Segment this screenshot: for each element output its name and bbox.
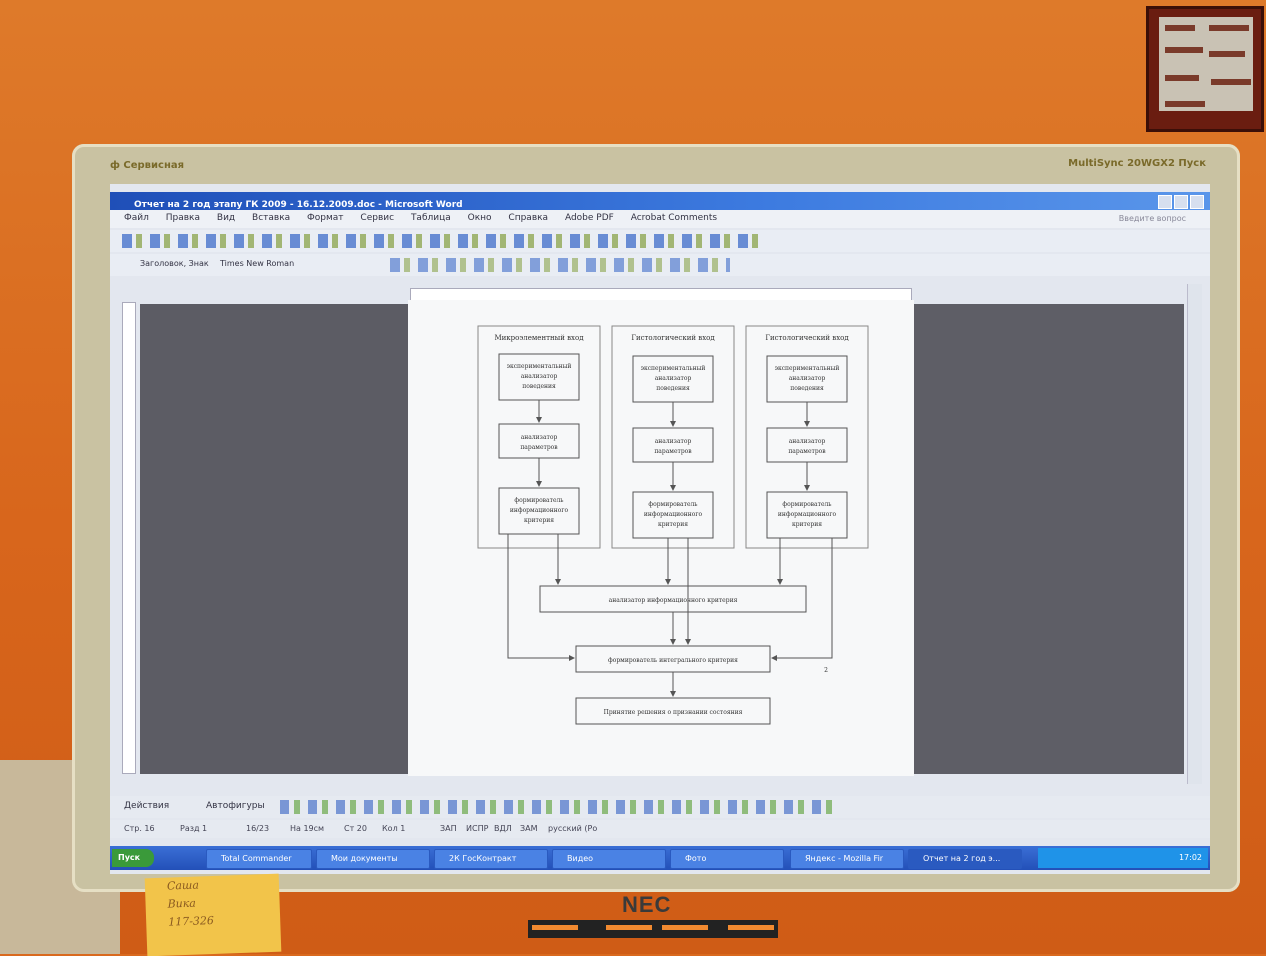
svg-text:критерия: критерия <box>658 521 688 528</box>
svg-text:экспериментальный: экспериментальный <box>641 365 706 372</box>
svg-text:поведения: поведения <box>656 385 690 392</box>
svg-text:критерия: критерия <box>792 521 822 528</box>
task-my-documents[interactable]: Мои документы <box>316 849 430 869</box>
formatting-icons[interactable] <box>390 258 730 272</box>
minimize-icon[interactable] <box>1158 195 1172 209</box>
menu-file[interactable]: Файл <box>124 213 149 223</box>
window-title: Отчет на 2 год этапу ГК 2009 - 16.12.200… <box>134 200 463 210</box>
font-select[interactable]: Times New Roman <box>220 259 294 268</box>
decision-label: Принятие решения о признании состояния <box>604 709 743 716</box>
standard-toolbar <box>110 230 1210 252</box>
draw-actions-menu[interactable]: Действия <box>124 801 169 811</box>
wall-poster <box>1146 6 1264 132</box>
svg-text:критерия: критерия <box>524 517 554 524</box>
status-bar: Стр. 16 Разд 1 16/23 На 19см Ст 20 Кол 1… <box>110 820 1210 838</box>
analyzer-label: анализатор информационного критерия <box>609 597 738 604</box>
task-video[interactable]: Видео <box>552 849 666 869</box>
svg-text:анализатор: анализатор <box>521 434 558 441</box>
vertical-ruler[interactable] <box>122 302 136 774</box>
svg-text:параметров: параметров <box>788 448 826 455</box>
svg-text:информационного: информационного <box>778 511 837 518</box>
svg-text:экспериментальный: экспериментальный <box>507 363 572 370</box>
svg-text:параметров: параметров <box>654 448 692 455</box>
block-diagram: Микроэлементный вход Гистологический вхо… <box>477 325 869 725</box>
system-tray: 17:02 <box>1038 848 1208 868</box>
task-photo[interactable]: Фото <box>670 849 784 869</box>
task-firefox[interactable]: Яндекс - Mozilla Fir <box>790 849 904 869</box>
monitor-stand <box>528 920 778 938</box>
task-gos-contract[interactable]: 2К ГосКонтракт <box>434 849 548 869</box>
menu-acrobat-comments[interactable]: Acrobat Comments <box>631 213 717 223</box>
menu-insert[interactable]: Вставка <box>252 213 290 223</box>
side-label: 2 <box>824 667 828 674</box>
toolbar-icons[interactable] <box>122 234 762 248</box>
close-icon[interactable] <box>1190 195 1204 209</box>
svg-text:параметров: параметров <box>520 444 558 451</box>
svg-text:анализатор: анализатор <box>655 438 692 445</box>
menu-format[interactable]: Формат <box>307 213 344 223</box>
help-question-box[interactable]: Введите вопрос <box>1119 214 1186 223</box>
windows-taskbar: Пуск Total Commander Мои документы 2К Го… <box>110 846 1210 870</box>
bezel-right-label: MultiSync 20WGX2 Пуск <box>1068 158 1206 169</box>
svg-text:поведения: поведения <box>522 383 556 390</box>
svg-text:экспериментальный: экспериментальный <box>775 365 840 372</box>
menu-edit[interactable]: Правка <box>166 213 200 223</box>
task-word-report[interactable]: Отчет на 2 год э... <box>908 849 1022 869</box>
workspace-left <box>140 304 408 774</box>
monitor-screen: Отчет на 2 год этапу ГК 2009 - 16.12.200… <box>110 184 1210 874</box>
maximize-icon[interactable] <box>1174 195 1188 209</box>
bezel-left-label: ф Сервисная <box>110 160 185 171</box>
column-2-title: Гистологический вход <box>631 334 715 342</box>
monitor-brand-logo: NEC <box>622 892 672 917</box>
svg-text:анализатор: анализатор <box>655 375 692 382</box>
menu-help[interactable]: Справка <box>508 213 548 223</box>
task-total-commander[interactable]: Total Commander <box>206 849 312 869</box>
window-titlebar: Отчет на 2 год этапу ГК 2009 - 16.12.200… <box>110 192 1210 210</box>
vertical-scrollbar[interactable] <box>1187 284 1202 784</box>
menu-bar: Файл Правка Вид Вставка Формат Сервис Та… <box>110 210 1210 228</box>
svg-text:формирователь: формирователь <box>782 501 832 508</box>
menu-window[interactable]: Окно <box>468 213 492 223</box>
drawing-toolbar: Действия Автофигуры <box>110 796 1210 818</box>
menu-table[interactable]: Таблица <box>411 213 451 223</box>
svg-text:информационного: информационного <box>644 511 703 518</box>
svg-text:формирователь: формирователь <box>514 497 564 504</box>
sticky-note: Саша Вика 117-326 <box>144 873 282 956</box>
menu-adobe-pdf[interactable]: Adobe PDF <box>565 213 614 223</box>
svg-text:анализатор: анализатор <box>789 438 826 445</box>
formatting-toolbar: Заголовок, Знак Times New Roman <box>110 254 1210 276</box>
svg-text:информационного: информационного <box>510 507 569 514</box>
former-label: формирователь интегрального критерия <box>608 657 738 664</box>
column-3-title: Гистологический вход <box>765 334 849 342</box>
workspace-right <box>914 304 1184 774</box>
menu-view[interactable]: Вид <box>217 213 235 223</box>
document-page[interactable]: Микроэлементный вход Гистологический вхо… <box>408 300 914 776</box>
column-1-title: Микроэлементный вход <box>494 334 584 342</box>
style-select[interactable]: Заголовок, Знак <box>140 259 209 268</box>
svg-text:анализатор: анализатор <box>521 373 558 380</box>
autoshapes-menu[interactable]: Автофигуры <box>206 801 265 811</box>
menu-tools[interactable]: Сервис <box>360 213 394 223</box>
clock: 17:02 <box>1178 853 1202 862</box>
start-button[interactable]: Пуск <box>112 849 154 867</box>
svg-text:формирователь: формирователь <box>648 501 698 508</box>
svg-text:анализатор: анализатор <box>789 375 826 382</box>
svg-text:поведения: поведения <box>790 385 824 392</box>
drawing-icons[interactable] <box>280 800 840 814</box>
